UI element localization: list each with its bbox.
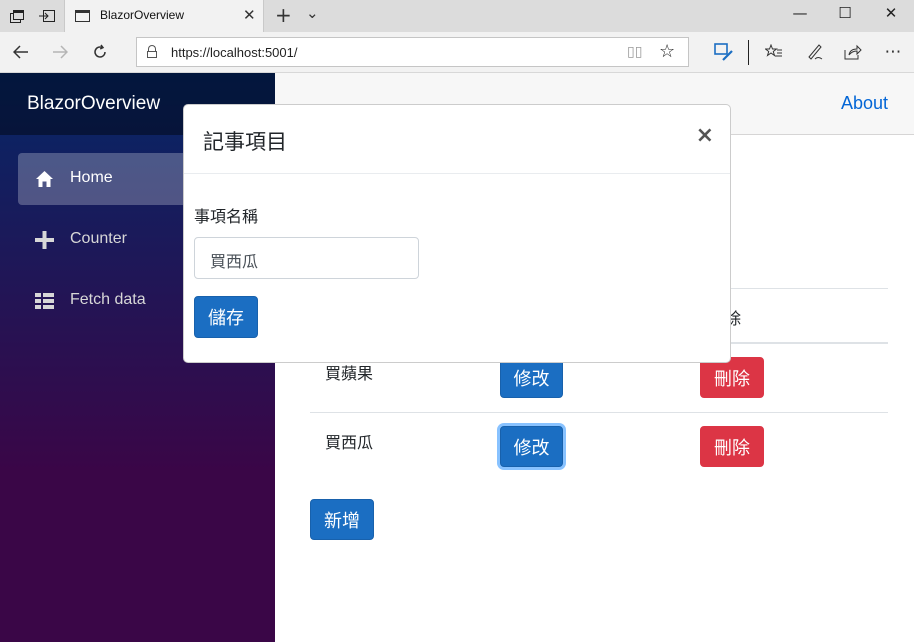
close-window-icon[interactable]: ✕	[868, 4, 914, 28]
browser-titlebar: BlazorOverview ✕ + ⌄ — ☐ ✕	[0, 0, 914, 33]
lock-icon	[147, 45, 157, 58]
page-icon	[75, 10, 90, 22]
forward-icon[interactable]	[48, 40, 72, 64]
maximize-icon[interactable]: ☐	[822, 4, 868, 28]
home-icon	[36, 171, 53, 187]
plus-icon	[35, 231, 54, 249]
close-icon[interactable]: ×	[696, 123, 714, 148]
list-icon	[35, 293, 54, 309]
tab-title: BlazorOverview	[100, 8, 185, 22]
toolbar-separator	[748, 40, 749, 65]
minimize-icon[interactable]: —	[777, 4, 823, 28]
close-tab-icon[interactable]: ✕	[243, 6, 256, 24]
delete-button-row-1[interactable]: 刪除	[700, 357, 764, 398]
sidebar-item-label: Counter	[70, 230, 127, 247]
browser-toolbar: https://localhost:5001/ ▯▯ ☆ ⋯	[0, 32, 914, 73]
set-aside-tabs-icon[interactable]	[36, 6, 58, 26]
translate-icon[interactable]	[712, 40, 736, 64]
brand-link[interactable]: BlazorOverview	[27, 93, 160, 115]
url-text: https://localhost:5001/	[171, 45, 298, 60]
save-button[interactable]: 儲存	[194, 296, 258, 338]
tab-actions-icon[interactable]	[6, 6, 28, 26]
pen-icon[interactable]	[803, 40, 827, 64]
table-row-1-name: 買蘋果	[325, 364, 374, 383]
sidebar-item-label: Home	[70, 169, 113, 186]
table-row-2-name: 買西瓜	[325, 433, 374, 452]
share-icon[interactable]	[841, 40, 865, 64]
add-button[interactable]: 新增	[310, 499, 374, 540]
edit-button-row-2[interactable]: 修改	[500, 426, 563, 467]
refresh-icon[interactable]	[88, 40, 112, 64]
about-link[interactable]: About	[841, 93, 888, 114]
favorite-star-icon[interactable]: ☆	[659, 41, 675, 62]
modal-title: 記事項目	[203, 130, 287, 154]
reading-view-icon[interactable]: ▯▯	[627, 44, 642, 60]
edit-button-row-1[interactable]: 修改	[500, 357, 563, 398]
delete-button-row-2[interactable]: 刪除	[700, 426, 764, 467]
new-tab-icon[interactable]: +	[275, 3, 292, 27]
more-icon[interactable]: ⋯	[881, 40, 905, 64]
sidebar-item-label: Fetch data	[70, 291, 146, 308]
browser-tab[interactable]: BlazorOverview ✕	[64, 0, 264, 33]
item-name-value: 買西瓜	[210, 252, 259, 271]
edit-item-modal: 記事項目 × 事項名稱 買西瓜 儲存	[183, 104, 731, 363]
table-row-divider	[310, 412, 888, 413]
address-bar[interactable]: https://localhost:5001/ ▯▯ ☆	[136, 37, 689, 67]
back-icon[interactable]	[9, 40, 33, 64]
modal-divider	[184, 173, 730, 174]
item-name-label: 事項名稱	[194, 207, 259, 226]
chevron-down-icon[interactable]: ⌄	[306, 4, 319, 22]
item-name-input[interactable]: 買西瓜	[194, 237, 419, 279]
favorites-list-icon[interactable]	[762, 40, 786, 64]
